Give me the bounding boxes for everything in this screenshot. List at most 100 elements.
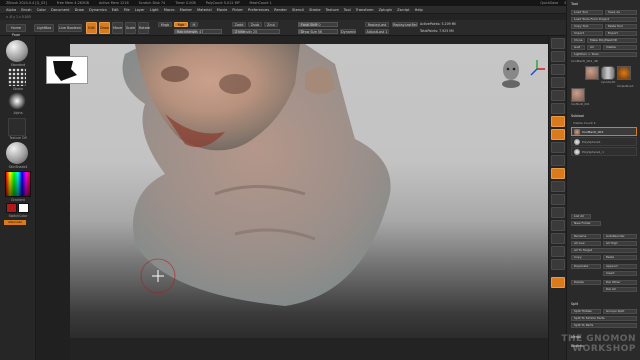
rotate-button[interactable]: Rotate [138, 22, 150, 34]
dynamic-button[interactable]: Dynamic [340, 29, 356, 34]
replay-last-button[interactable]: ReplayLast [365, 22, 389, 27]
menu-movie[interactable]: Movie [217, 8, 228, 12]
stroke-dots-icon[interactable] [8, 68, 26, 86]
menu-layer[interactable]: Layer [135, 8, 145, 12]
menu-dynamics[interactable]: Dynamics [89, 8, 107, 12]
edit-button[interactable]: Edit [86, 22, 97, 34]
dynamic-persp-button[interactable] [551, 277, 565, 288]
lsym-button[interactable] [551, 155, 565, 166]
load-tools-from-project-button[interactable]: Load Tools From Project [571, 17, 637, 22]
line-fill-button[interactable] [551, 233, 565, 244]
subtool-row-3[interactable]: PolySphere1_1 [571, 147, 637, 156]
menu-material[interactable]: Material [197, 8, 212, 12]
split-hidden-button[interactable]: Split Hidden [571, 309, 601, 314]
spix-button[interactable] [551, 51, 565, 62]
tool-thumb-simplebrush[interactable] [617, 66, 631, 80]
menu-stencil[interactable]: Stencil [292, 8, 304, 12]
solo-button[interactable] [551, 259, 565, 270]
scale-button[interactable]: Scale [125, 22, 136, 34]
menu-alpha[interactable]: Alpha [6, 8, 16, 12]
all-to-target-button[interactable]: All To Target [571, 248, 637, 253]
delete-button[interactable]: Delete [571, 280, 601, 285]
head-gizmo-icon[interactable] [500, 58, 522, 88]
local-button[interactable] [551, 142, 565, 153]
tool-thumb-current[interactable] [571, 88, 585, 102]
draw-button[interactable]: Draw [99, 22, 110, 34]
menu-render[interactable]: Render [274, 8, 287, 12]
import-button[interactable]: Import [571, 31, 603, 36]
switch-color-label[interactable]: SwitchColor [2, 214, 34, 218]
copy-tool-button[interactable]: Copy Tool [571, 24, 603, 29]
list-all-button[interactable]: List All [571, 214, 591, 219]
all-button[interactable]: All [587, 45, 601, 50]
scroll-button[interactable] [551, 64, 565, 75]
del-all-button[interactable]: Del All [603, 287, 637, 292]
menu-color[interactable]: Color [37, 8, 46, 12]
frame-button[interactable] [551, 181, 565, 192]
replay-last-rel-button[interactable]: ReplayLastRel [392, 22, 418, 27]
subtool-row-2[interactable]: PolySphere1 [571, 137, 637, 146]
move-view-button[interactable] [551, 194, 565, 205]
tool-thumb-orc[interactable] [585, 66, 599, 80]
subtool-row-1[interactable]: IronMantl_001 [571, 127, 637, 136]
split-to-parts-button[interactable]: Split To Parts [571, 323, 637, 328]
floor-button[interactable] [551, 129, 565, 140]
aahalf-button[interactable] [551, 103, 565, 114]
menu-preferences[interactable]: Preferences [248, 8, 269, 12]
brush-sphere-icon[interactable] [6, 40, 28, 62]
menu-help[interactable]: Help [415, 8, 423, 12]
insert-button[interactable]: Insert [603, 271, 637, 276]
tool-thumb-cylinder[interactable] [601, 66, 615, 80]
menu-file[interactable]: File [124, 8, 130, 12]
zcut-button[interactable]: Zcut [264, 22, 278, 27]
paste-tool-button[interactable]: Paste Tool [605, 24, 637, 29]
menu-brush[interactable]: Brush [21, 8, 31, 12]
material-sphere-icon[interactable] [6, 142, 28, 164]
menu-transform[interactable]: Transform [356, 8, 374, 12]
rename-button[interactable]: Rename [571, 234, 601, 239]
menu-document[interactable]: Document [51, 8, 70, 12]
auto-reorder-button[interactable]: AutoReorder [603, 234, 637, 239]
primary-color-swatch[interactable] [6, 203, 17, 213]
split-header[interactable]: Split [571, 302, 578, 306]
z-intensity-slider[interactable]: Z Intensity 25 [232, 29, 280, 34]
all-high-button[interactable]: All High [603, 241, 637, 246]
menu-texture[interactable]: Texture [326, 8, 339, 12]
alternate-button[interactable]: Alternate [4, 220, 26, 225]
save-as-button[interactable]: Save As [605, 10, 637, 15]
adjust-last-slider[interactable]: AdjustLast 1 [365, 29, 389, 34]
lightbox-tools-button[interactable]: Lightbox > Tools [571, 52, 637, 57]
make-polymesh3d-button[interactable]: Make PolyMesh3D [587, 38, 637, 43]
copy-button[interactable]: Copy [571, 255, 601, 260]
menu-draw[interactable]: Draw [75, 8, 84, 12]
secondary-color-swatch[interactable] [18, 203, 29, 213]
live-boolean-button[interactable]: Live Boolean [58, 24, 82, 32]
del-other-button[interactable]: Del Other [603, 280, 637, 285]
menu-tool[interactable]: Tool [344, 8, 351, 12]
append-button[interactable]: Append [603, 264, 637, 269]
zadd-button[interactable]: Zadd [232, 22, 246, 27]
mrgb-button[interactable]: Mrgb [158, 22, 172, 27]
duplicate-button[interactable]: Duplicate [571, 264, 601, 269]
zsub-button[interactable]: Zsub [248, 22, 262, 27]
export-button[interactable]: Export [605, 31, 637, 36]
paste-button[interactable]: Paste [603, 255, 637, 260]
load-tool-button[interactable]: Load Tool [571, 10, 603, 15]
lightbox-button[interactable]: LightBox [34, 24, 54, 32]
document-canvas[interactable] [46, 44, 548, 338]
xyz-button[interactable] [551, 168, 565, 179]
goz-button[interactable]: GoZ [571, 45, 585, 50]
clone-button[interactable]: Clone [571, 38, 585, 43]
menu-stroke[interactable]: Stroke [309, 8, 320, 12]
actual-button[interactable] [551, 90, 565, 101]
menu-zplugin[interactable]: Zplugin [379, 8, 393, 12]
menu-marker[interactable]: Marker [180, 8, 192, 12]
bpr-button[interactable] [551, 38, 565, 49]
texture-slot[interactable] [8, 118, 26, 136]
rotate-view-button[interactable] [551, 220, 565, 231]
new-folder-button[interactable]: New Folder [571, 221, 601, 226]
zoom-button[interactable] [551, 77, 565, 88]
menu-macro[interactable]: Macro [164, 8, 175, 12]
all-low-button[interactable]: All Low [571, 241, 601, 246]
m-button[interactable]: M [190, 22, 198, 27]
